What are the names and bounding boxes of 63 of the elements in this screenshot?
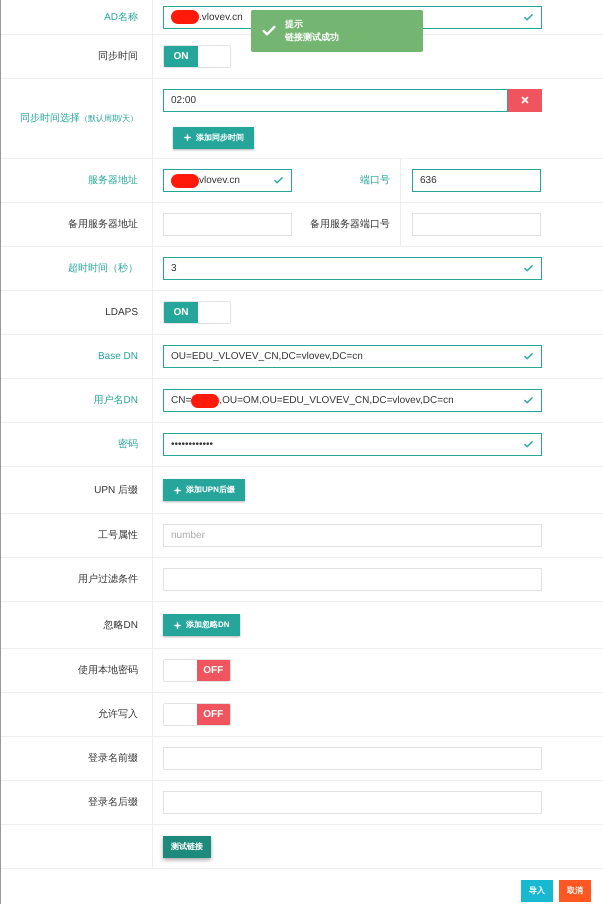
toggle-switch[interactable]: OFF [163, 703, 231, 726]
redaction-mark [191, 394, 220, 408]
field-value: •••••••••••• [171, 438, 214, 452]
add-button[interactable]: 添加忽略DN [163, 614, 240, 636]
toggle-switch[interactable]: ON [163, 45, 231, 68]
field-label: 工号属性 [98, 528, 138, 543]
field-value: CN= [171, 394, 192, 408]
test-connection-button[interactable]: 测试链接 [163, 836, 211, 858]
toggle-switch[interactable]: OFF [163, 659, 231, 682]
input-field[interactable] [163, 213, 292, 236]
field-label: 服务器地址 [88, 174, 138, 188]
plus-icon [173, 620, 182, 630]
input-field[interactable]: •••••••••••• [163, 433, 542, 456]
cancel-button[interactable]: 取消 [559, 880, 591, 902]
field-value: ,OU=OM,OU=EDU_VLOVEV_CN,DC=vlovev,DC=cn [219, 394, 454, 408]
import-button[interactable]: 导入 [521, 880, 553, 902]
field-label: 用户过滤条件 [78, 572, 138, 587]
delete-button[interactable] [508, 88, 542, 112]
field-label: 密码 [118, 438, 138, 452]
field-label: UPN 后缀 [94, 484, 138, 498]
input-field[interactable]: 636 [412, 169, 541, 192]
field-label: LDAPS [105, 306, 138, 320]
field-label: 同步时间 [98, 50, 138, 64]
input-field[interactable]: OU=EDU_VLOVEV_CN,DC=vlovev,DC=cn [163, 345, 542, 368]
field-label: Base DN [98, 350, 138, 364]
input-field[interactable] [163, 568, 542, 591]
toast-message: 链接测试成功 [285, 31, 339, 44]
toast-title: 提示 [285, 18, 304, 31]
field-label: 备用服务器端口号 [310, 218, 390, 232]
field-label: 忽略DN [104, 618, 138, 632]
field-label: AD名称 [104, 10, 138, 24]
field-label: 登录名前缀 [88, 752, 138, 766]
redaction-mark [171, 174, 199, 188]
field-label: 用户名DN [94, 394, 138, 408]
input-field[interactable]: 02:00 [163, 88, 508, 112]
redaction-mark [171, 10, 199, 24]
field-label: 超时时间（秒） [68, 262, 138, 276]
input-field[interactable]: 3 [163, 257, 542, 280]
field-value: vlovev.cn [199, 174, 240, 188]
field-value: OU=EDU_VLOVEV_CN,DC=vlovev,DC=cn [171, 350, 363, 364]
field-value: 636 [420, 174, 437, 188]
add-button[interactable]: 添加UPN后缀 [163, 479, 245, 501]
field-label: 同步时间选择（默认周期/天） [20, 112, 138, 126]
input-field[interactable] [163, 791, 542, 814]
field-value: .vlovev.cn [199, 10, 243, 24]
field-value: 02:00 [171, 94, 196, 108]
toggle-switch[interactable]: ON [163, 301, 231, 324]
input-field[interactable]: CN= ,OU=OM,OU=EDU_VLOVEV_CN,DC=vlovev,DC=cn [163, 389, 542, 412]
field-label: 允许写入 [98, 708, 138, 722]
field-label: 使用本地密码 [78, 664, 138, 678]
plus-icon [183, 133, 192, 142]
input-field[interactable] [412, 213, 541, 236]
field-label: 登录名后缀 [88, 796, 138, 810]
plus-icon [173, 486, 182, 494]
input-field[interactable]: vlovev.cn [163, 169, 292, 192]
field-value: 3 [171, 262, 177, 276]
close-icon [520, 95, 530, 105]
input-field[interactable]: number [163, 524, 542, 547]
add-button[interactable]: 添加同步时间 [173, 126, 254, 148]
input-field[interactable] [163, 747, 542, 770]
placeholder-text: number [171, 529, 205, 543]
field-label: 端口号 [360, 174, 390, 188]
field-label: 备用服务器地址 [68, 218, 138, 232]
